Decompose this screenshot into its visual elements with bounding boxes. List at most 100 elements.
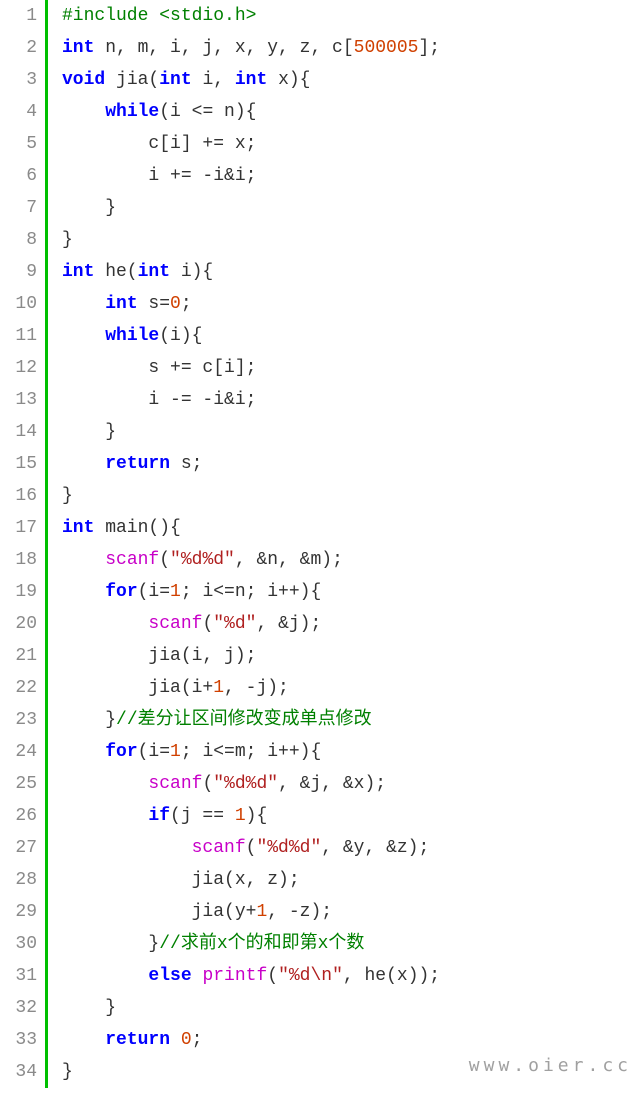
code-token: 1 xyxy=(256,902,267,922)
code-token: return xyxy=(105,1030,170,1050)
code-token: scanf xyxy=(192,838,246,858)
code-token: 500005 xyxy=(354,38,419,58)
code-token: (i){ xyxy=(159,326,202,346)
code-token xyxy=(62,966,148,986)
code-token: 1 xyxy=(170,582,181,602)
code-token: , -j); xyxy=(224,678,289,698)
line-number: 30 xyxy=(0,928,37,960)
code-line: for(i=1; i<=n; i++){ xyxy=(62,576,644,608)
code-line: if(j == 1){ xyxy=(62,800,644,832)
line-number: 18 xyxy=(0,544,37,576)
code-line: scanf("%d%d", &y, &z); xyxy=(62,832,644,864)
code-token: for xyxy=(105,582,137,602)
code-token: int xyxy=(62,262,94,282)
code-token: ( xyxy=(159,550,170,570)
code-token: ( xyxy=(202,774,213,794)
code-token: (i= xyxy=(138,582,170,602)
code-token: i += -i&i; xyxy=(62,166,256,186)
code-token xyxy=(62,1030,105,1050)
code-token: 1 xyxy=(213,678,224,698)
line-number: 29 xyxy=(0,896,37,928)
code-token: jia(x, z); xyxy=(62,870,300,890)
line-number: 3 xyxy=(0,64,37,96)
code-token: , &y, &z); xyxy=(321,838,429,858)
code-token: int xyxy=(62,518,94,538)
code-token: } xyxy=(62,934,159,954)
code-token xyxy=(62,102,105,122)
code-token: ){ xyxy=(246,806,268,826)
code-token: //差分让区间修改变成单点修改 xyxy=(116,710,372,730)
code-line: } xyxy=(62,992,644,1024)
code-line: void jia(int i, int x){ xyxy=(62,64,644,96)
code-token: 1 xyxy=(170,742,181,762)
code-token: , he(x)); xyxy=(343,966,440,986)
line-number: 2 xyxy=(0,32,37,64)
line-number: 11 xyxy=(0,320,37,352)
code-token: , -z); xyxy=(267,902,332,922)
code-line: return s; xyxy=(62,448,644,480)
code-token: "%d%d" xyxy=(213,774,278,794)
code-token: scanf xyxy=(105,550,159,570)
code-token: scanf xyxy=(148,774,202,794)
code-token: else xyxy=(148,966,191,986)
code-token: s += c[i]; xyxy=(62,358,256,378)
code-line: while(i <= n){ xyxy=(62,96,644,128)
code-line: else printf("%d\n", he(x)); xyxy=(62,960,644,992)
line-number: 24 xyxy=(0,736,37,768)
line-number: 6 xyxy=(0,160,37,192)
line-number: 9 xyxy=(0,256,37,288)
code-line: i += -i&i; xyxy=(62,160,644,192)
code-token: "%d\n" xyxy=(278,966,343,986)
code-token xyxy=(62,582,105,602)
code-token: int xyxy=(235,70,267,90)
line-number: 10 xyxy=(0,288,37,320)
code-line: scanf("%d%d", &j, &x); xyxy=(62,768,644,800)
line-number: 22 xyxy=(0,672,37,704)
code-line: } xyxy=(62,192,644,224)
code-token: ( xyxy=(246,838,257,858)
code-token: "%d%d" xyxy=(256,838,321,858)
code-token: (j == xyxy=(170,806,235,826)
line-number: 33 xyxy=(0,1024,37,1056)
code-token: main(){ xyxy=(94,518,180,538)
line-number: 16 xyxy=(0,480,37,512)
code-token: void xyxy=(62,70,105,90)
code-token: , &n, &m); xyxy=(235,550,343,570)
line-number: 17 xyxy=(0,512,37,544)
line-number: 28 xyxy=(0,864,37,896)
code-token: ]; xyxy=(418,38,440,58)
code-line: }//求前x个的和即第x个数 xyxy=(62,928,644,960)
code-token: } xyxy=(62,422,116,442)
code-line: scanf("%d%d", &n, &m); xyxy=(62,544,644,576)
code-line: int main(){ xyxy=(62,512,644,544)
code-token: s= xyxy=(138,294,170,314)
code-token: return xyxy=(105,454,170,474)
code-token: } xyxy=(62,710,116,730)
code-token: "%d%d" xyxy=(170,550,235,570)
line-number: 19 xyxy=(0,576,37,608)
code-token: jia( xyxy=(105,70,159,90)
line-number: 7 xyxy=(0,192,37,224)
code-token: jia(i, j); xyxy=(62,646,256,666)
code-token: scanf xyxy=(148,614,202,634)
code-token: ; i<=n; i++){ xyxy=(181,582,321,602)
code-token: x){ xyxy=(267,70,310,90)
code-token: i){ xyxy=(170,262,213,282)
code-content: #include <stdio.h>int n, m, i, j, x, y, … xyxy=(48,0,644,1088)
code-token xyxy=(62,774,148,794)
code-token xyxy=(62,742,105,762)
line-number: 13 xyxy=(0,384,37,416)
code-token: printf xyxy=(202,966,267,986)
code-token: } xyxy=(62,230,73,250)
code-token: for xyxy=(105,742,137,762)
code-line: c[i] += x; xyxy=(62,128,644,160)
code-token xyxy=(62,454,105,474)
code-token xyxy=(62,326,105,346)
code-block: 1234567891011121314151617181920212223242… xyxy=(0,0,644,1088)
line-number: 5 xyxy=(0,128,37,160)
code-token: s; xyxy=(170,454,202,474)
code-line: jia(i, j); xyxy=(62,640,644,672)
code-token: he( xyxy=(94,262,137,282)
code-line: for(i=1; i<=m; i++){ xyxy=(62,736,644,768)
code-token: jia(i+ xyxy=(62,678,213,698)
